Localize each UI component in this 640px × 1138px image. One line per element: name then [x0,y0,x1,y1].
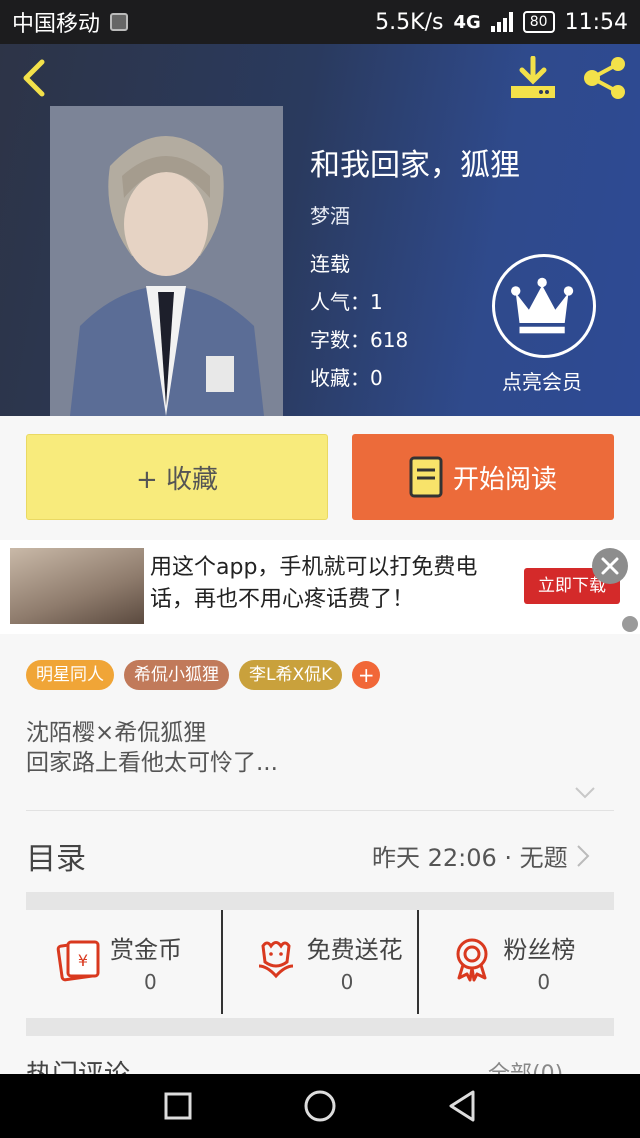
tag-item[interactable]: 李L希X侃K [239,660,343,690]
section-separator [26,892,614,910]
support-tiles: ¥ 赏金币 0 免费送花 0 粉丝榜 0 [26,910,614,1014]
start-reading-button[interactable]: 开始阅读 [352,434,614,520]
book-icon [409,456,443,498]
back-arrow-icon[interactable] [16,58,56,98]
section-separator [26,1018,614,1036]
add-tag-button[interactable]: + [352,661,381,689]
latest-chapter[interactable]: 昨天 22:06 · 无题 [372,838,590,873]
stat-popularity: 人气：1 [310,290,383,314]
book-title: 和我回家，狐狸 [310,148,520,183]
free-flower-tile[interactable]: 免费送花 0 [220,910,418,1014]
download-icon[interactable] [508,56,558,100]
book-cover-image [50,106,283,416]
divider [26,810,614,811]
svg-text:¥: ¥ [78,951,88,970]
battery-icon: 80 [522,11,555,33]
ad-close-button[interactable] [592,548,628,584]
red-envelope-icon: ¥ [56,940,100,982]
stat-word-count: 字数：618 [310,328,409,352]
book-status: 连载 [310,252,350,276]
ad-indicator-icon [622,616,638,632]
ad-text: 用这个app，手机就可以打免费电话，再也不用心疼话费了！ [150,555,478,612]
start-reading-label: 开始阅读 [452,464,557,495]
vip-label[interactable]: 点亮会员 [502,366,582,395]
chevron-down-icon[interactable] [574,786,596,800]
book-author[interactable]: 梦酒 [310,200,350,229]
book-header: 和我回家，狐狸 梦酒 连载 人气：1 字数：618 收藏：0 点亮会员 [0,44,640,416]
system-nav-bar [0,1074,640,1138]
fan-ranking-tile[interactable]: 粉丝榜 0 [417,910,614,1014]
tag-item[interactable]: 明星同人 [26,660,114,690]
signal-icon [490,12,513,32]
home-icon[interactable] [303,1089,337,1123]
vip-button[interactable] [492,254,596,358]
carrier-name: 中国移动 [12,12,101,37]
stat-favorites: 收藏：0 [310,366,383,390]
tag-item[interactable]: 希侃小狐狸 [124,660,229,690]
image-notification-icon [110,13,129,31]
chevron-right-icon [576,844,590,867]
book-description: 沈陌樱×希侃狐狸 回家路上看他太可怜了... [26,720,278,776]
medal-icon [456,938,488,982]
ad-image [10,548,144,624]
reward-coin-tile[interactable]: ¥ 赏金币 0 [26,910,221,1014]
tag-list: 明星同人 希侃小狐狸 李L希X侃K + [26,660,381,690]
recent-apps-icon[interactable] [163,1091,193,1121]
crown-icon [511,277,574,334]
clock: 11:54 [564,9,628,35]
back-nav-icon[interactable] [447,1089,477,1123]
ad-banner[interactable]: 用这个app，手机就可以打免费电话，再也不用心疼话费了！ 立即下载 [0,540,640,634]
favorite-button[interactable]: + 收藏 [26,434,328,520]
close-icon [601,557,619,575]
action-bar: + 收藏 开始阅读 [0,416,640,540]
status-bar: 中国移动 5.5K/s 4G 80 11:54 [0,0,640,44]
toc-label[interactable]: 目录 [26,834,86,878]
flower-icon [258,941,293,979]
share-icon[interactable] [580,56,630,100]
net-speed: 5.5K/s [375,9,444,35]
network-type: 4G [453,11,481,33]
